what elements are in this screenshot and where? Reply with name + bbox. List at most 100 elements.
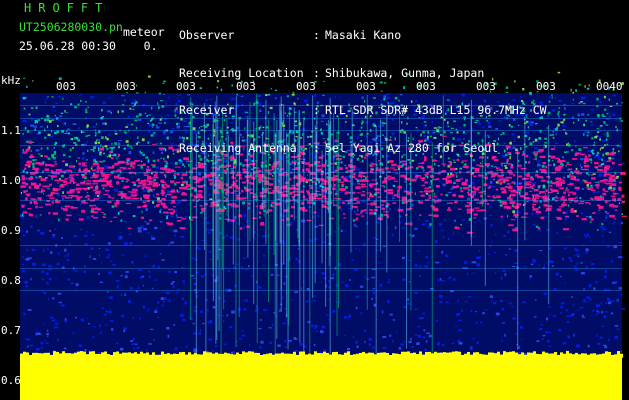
noise-floor-edge bbox=[554, 352, 557, 357]
noise-speck bbox=[552, 130, 554, 133]
meteor-streak bbox=[517, 149, 519, 350]
noise-speck bbox=[174, 234, 176, 237]
noise-speck bbox=[472, 338, 475, 340]
noise-speck bbox=[620, 120, 624, 122]
noise-speck bbox=[46, 114, 49, 118]
noise-speck bbox=[599, 100, 602, 104]
noise-speck bbox=[610, 157, 615, 160]
noise-speck bbox=[353, 223, 356, 227]
noise-speck bbox=[500, 276, 503, 280]
signal-speck bbox=[368, 194, 375, 198]
noise-speck bbox=[532, 181, 537, 185]
signal-speck bbox=[480, 209, 486, 212]
noise-speck bbox=[109, 319, 114, 322]
noise-speck bbox=[42, 263, 46, 267]
noise-speck bbox=[591, 108, 594, 111]
noise-speck bbox=[111, 205, 115, 208]
noise-floor-edge bbox=[536, 353, 539, 358]
noise-speck bbox=[590, 184, 593, 187]
noise-speck bbox=[277, 344, 281, 347]
noise-speck bbox=[583, 234, 585, 236]
noise-speck bbox=[24, 285, 29, 288]
noise-speck bbox=[414, 334, 418, 336]
noise-speck bbox=[116, 279, 120, 282]
signal-speck bbox=[393, 194, 398, 197]
noise-speck bbox=[242, 299, 246, 301]
noise-speck bbox=[355, 295, 360, 298]
noise-floor-edge bbox=[299, 351, 302, 356]
signal-speck bbox=[415, 175, 422, 177]
noise-speck bbox=[560, 306, 564, 309]
noise-speck bbox=[416, 342, 420, 346]
noise-speck bbox=[230, 221, 235, 223]
noise-speck bbox=[46, 125, 49, 129]
noise-floor-edge bbox=[485, 354, 488, 359]
noise-speck bbox=[344, 203, 348, 205]
noise-floor-edge bbox=[368, 352, 371, 357]
signal-speck bbox=[559, 187, 565, 190]
signal-speck bbox=[554, 168, 561, 172]
noise-speck bbox=[616, 102, 619, 105]
noise-speck bbox=[586, 87, 590, 90]
signal-speck bbox=[118, 191, 124, 193]
noise-speck bbox=[462, 218, 465, 221]
noise-speck bbox=[153, 205, 156, 208]
signal-speck bbox=[172, 170, 176, 173]
noise-speck bbox=[51, 148, 53, 152]
signal-speck bbox=[182, 186, 188, 188]
noise-floor-edge bbox=[527, 352, 530, 357]
noise-speck bbox=[605, 216, 607, 219]
signal-speck bbox=[562, 176, 566, 179]
signal-speck bbox=[114, 202, 120, 205]
noise-speck bbox=[60, 237, 63, 240]
noise-speck bbox=[587, 233, 590, 237]
signal-speck bbox=[20, 185, 26, 188]
noise-speck bbox=[132, 338, 135, 341]
signal-speck bbox=[381, 185, 384, 187]
signal-speck bbox=[456, 179, 460, 182]
signal-speck bbox=[500, 181, 504, 183]
noise-speck bbox=[117, 142, 121, 146]
noise-speck bbox=[163, 80, 166, 83]
noise-floor-edge bbox=[425, 351, 428, 356]
noise-speck bbox=[33, 125, 38, 128]
noise-speck bbox=[604, 345, 608, 349]
noise-speck bbox=[376, 221, 380, 224]
noise-speck bbox=[388, 278, 390, 281]
noise-speck bbox=[544, 193, 547, 195]
noise-floor-edge bbox=[341, 354, 344, 359]
signal-speck bbox=[318, 224, 324, 226]
noise-speck bbox=[175, 213, 178, 217]
noise-speck bbox=[159, 210, 161, 213]
noise-speck bbox=[306, 334, 308, 337]
noise-speck bbox=[392, 339, 394, 343]
noise-speck bbox=[348, 316, 350, 319]
noise-floor-edge bbox=[143, 353, 146, 358]
noise-speck bbox=[159, 221, 163, 223]
signal-speck bbox=[42, 185, 46, 188]
signal-speck bbox=[381, 207, 385, 211]
signal-speck bbox=[112, 170, 119, 172]
info-antenna: Receiving Antenna:5el Yagi Az 280 for Se… bbox=[179, 141, 547, 155]
signal-speck bbox=[621, 200, 625, 203]
signal-speck bbox=[176, 191, 180, 193]
noise-speck bbox=[585, 216, 589, 218]
noise-speck bbox=[131, 342, 135, 345]
noise-speck bbox=[546, 317, 549, 321]
noise-speck bbox=[41, 291, 45, 293]
signal-speck bbox=[92, 183, 98, 185]
noise-speck bbox=[589, 240, 592, 242]
noise-speck bbox=[93, 326, 96, 328]
signal-speck bbox=[72, 181, 77, 184]
noise-speck bbox=[159, 142, 162, 145]
noise-speck bbox=[194, 259, 196, 261]
noise-speck bbox=[609, 186, 612, 190]
noise-speck bbox=[608, 301, 612, 305]
noise-speck bbox=[107, 191, 109, 195]
noise-speck bbox=[551, 96, 553, 99]
noise-speck bbox=[602, 153, 605, 157]
noise-speck bbox=[585, 120, 587, 122]
noise-speck bbox=[27, 345, 29, 348]
signal-speck bbox=[450, 167, 455, 171]
signal-speck bbox=[538, 195, 545, 197]
